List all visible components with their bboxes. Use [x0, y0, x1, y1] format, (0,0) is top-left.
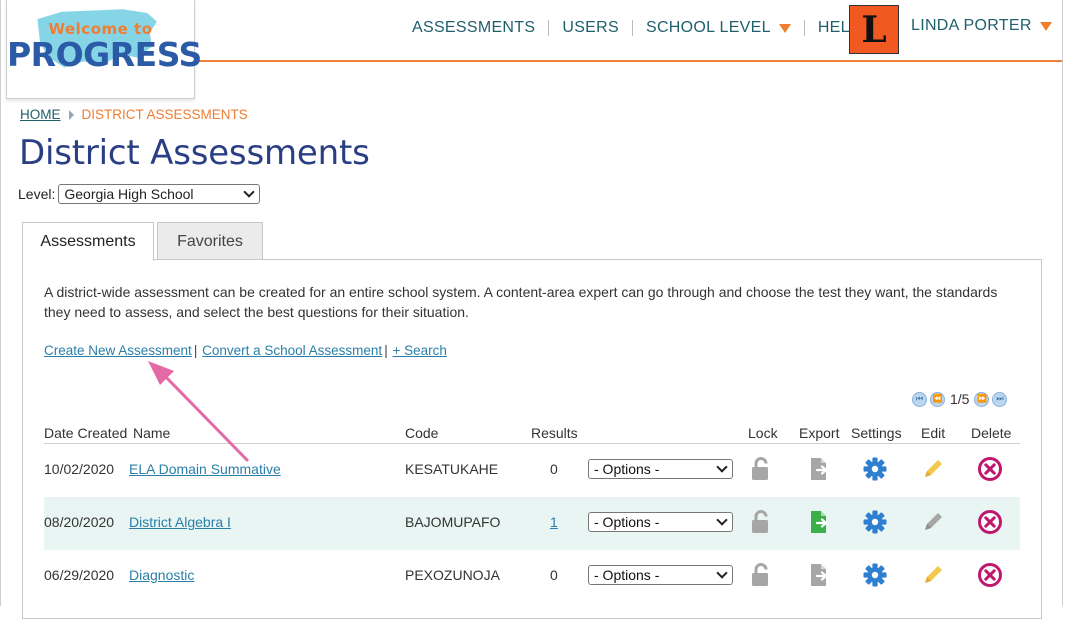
window-right-border [1062, 0, 1063, 606]
action-links: Create New Assessment | Convert a School … [44, 343, 447, 358]
level-select[interactable]: Georgia High School [58, 184, 261, 204]
edit-pencil-icon[interactable] [920, 562, 946, 588]
lock-icon[interactable] [748, 509, 774, 535]
level-label: Level: [18, 186, 56, 202]
user-menu[interactable]: LINDA PORTER [911, 17, 1052, 35]
delete-icon[interactable] [977, 456, 1003, 482]
tab-favorites[interactable]: Favorites [157, 222, 263, 260]
chevron-down-icon [243, 186, 256, 198]
first-page-icon[interactable]: ⏮ [912, 391, 927, 407]
row-name-link[interactable]: ELA Domain Summative [129, 461, 281, 477]
row-name-link[interactable]: Diagnostic [129, 567, 194, 583]
tab-assessments[interactable]: Assessments [22, 222, 154, 261]
edit-pencil-icon[interactable] [920, 509, 946, 535]
header-settings: Settings [851, 425, 902, 441]
link-separator: | [193, 343, 198, 358]
header-lock: Lock [748, 425, 778, 441]
caret-down-icon [778, 23, 791, 33]
row-date: 08/20/2020 [44, 514, 115, 530]
options-selected-value: - Options - [594, 514, 660, 530]
caret-down-icon [1039, 21, 1052, 31]
nav-separator [631, 20, 633, 36]
row-date: 06/29/2020 [44, 567, 115, 583]
row-options-select[interactable]: - Options - [588, 512, 733, 532]
edit-pencil-icon[interactable] [920, 456, 946, 482]
previous-page-icon[interactable]: ⏪ [930, 391, 945, 407]
window-left-border [0, 0, 1, 606]
header-divider [193, 60, 1062, 62]
options-selected-value: - Options - [594, 567, 660, 583]
page-count: 1/5 [950, 391, 970, 407]
row-options-select[interactable]: - Options - [588, 459, 733, 479]
logo-progress-text: PROGRESS [7, 35, 202, 74]
row-options-select[interactable]: - Options - [588, 565, 733, 585]
nav-school-level[interactable]: SCHOOL LEVEL [646, 19, 791, 37]
link-separator: | [384, 343, 388, 358]
table-row: 06/29/2020 Diagnostic PEXOZUNOJA 0 - Options… [44, 550, 1020, 603]
lock-icon[interactable] [748, 562, 774, 588]
breadcrumb: HOME DISTRICT ASSESSMENTS [20, 107, 248, 122]
export-icon[interactable] [806, 509, 832, 535]
breadcrumb-arrow-icon [68, 109, 74, 120]
row-name-link[interactable]: District Algebra I [129, 514, 231, 530]
options-selected-value: - Options - [594, 461, 660, 477]
row-results[interactable]: 1 [550, 514, 558, 530]
breadcrumb-home-link[interactable]: HOME [20, 107, 61, 122]
header-edit: Edit [921, 425, 946, 441]
header-name: Name [133, 425, 171, 441]
export-icon[interactable] [806, 456, 832, 482]
lock-icon[interactable] [748, 456, 774, 482]
row-code: PEXOZUNOJA [405, 567, 500, 583]
settings-gear-icon[interactable] [862, 509, 888, 535]
nav-assessments[interactable]: ASSESSMENTS [412, 19, 535, 37]
level-row: Level: Georgia High School [18, 184, 261, 204]
nav-separator [803, 20, 805, 36]
nav-users[interactable]: USERS [562, 19, 619, 37]
convert-school-assessment-link[interactable]: Convert a School Assessment [202, 343, 382, 358]
row-code: KESATUKAHE [405, 461, 499, 477]
export-icon[interactable] [806, 562, 832, 588]
table-row: 08/20/2020 District Algebra I BAJOMUPAFO 1 -… [44, 497, 1020, 550]
create-new-assessment-link[interactable]: Create New Assessment [44, 343, 192, 358]
top-nav: ASSESSMENTS USERS SCHOOL LEVEL HELP [412, 17, 881, 39]
row-code: BAJOMUPAFO [405, 514, 501, 530]
chevron-down-icon [716, 567, 728, 579]
next-page-icon[interactable]: ⏩ [974, 391, 990, 407]
nav-separator [548, 20, 550, 36]
description-text: A district-wide assessment can be create… [44, 284, 998, 320]
header-delete: Delete [971, 425, 1012, 441]
last-page-icon[interactable]: ⏭ [992, 391, 1008, 407]
header-code: Code [405, 425, 439, 441]
chevron-down-icon [716, 514, 728, 526]
header-export: Export [799, 425, 840, 441]
settings-gear-icon[interactable] [862, 562, 888, 588]
delete-icon[interactable] [977, 562, 1003, 588]
search-link[interactable]: + Search [392, 343, 446, 358]
settings-gear-icon[interactable] [862, 456, 888, 482]
header-date: Date Created [44, 425, 128, 441]
avatar[interactable]: L [849, 5, 899, 54]
chevron-down-icon [716, 461, 728, 473]
breadcrumb-current: DISTRICT ASSESSMENTS [81, 107, 248, 122]
level-selected-value: Georgia High School [64, 186, 194, 202]
row-results: 0 [550, 461, 558, 477]
row-date: 10/02/2020 [44, 461, 115, 477]
header-results: Results [531, 425, 578, 441]
row-results: 0 [550, 567, 558, 583]
table-row: 10/02/2020 ELA Domain Summative KESATUKAHE… [44, 444, 1020, 497]
delete-icon[interactable] [977, 509, 1003, 535]
pager: ⏮ ⏪ 1/5 ⏩ ⏭ [912, 391, 1008, 407]
page-title: District Assessments [19, 133, 370, 173]
logo[interactable]: Welcome to PROGRESS [6, 0, 202, 99]
